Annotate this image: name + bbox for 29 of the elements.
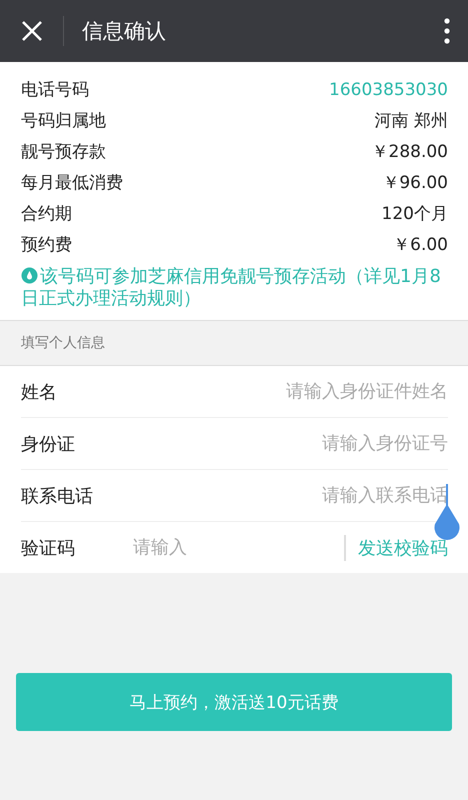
detail-value: ￥6.00 [393, 234, 448, 256]
detail-value: 河南 郑州 [374, 110, 448, 132]
input-field[interactable]: 请输入联系电话 [93, 485, 448, 506]
window-title: 信息确认 [82, 18, 167, 45]
cursor-handle-icon[interactable] [432, 504, 462, 542]
drop-icon [21, 267, 38, 284]
field-label: 联系电话 [21, 484, 93, 508]
field-label: 身份证 [21, 432, 75, 456]
input-field[interactable]: 请输入身份证号 [75, 433, 448, 454]
close-icon[interactable] [21, 20, 43, 42]
detail-value: 120个月 [382, 203, 448, 225]
field-label: 姓名 [21, 380, 57, 404]
send-code-button[interactable]: 发送校验码 [358, 536, 448, 560]
detail-label: 号码归属地 [21, 110, 106, 132]
notice-text: 该号码可参加芝麻信用免靓号预存活动（详见1月8日正式办理活动规则） [21, 266, 442, 310]
more-icon[interactable] [444, 18, 450, 44]
detail-label: 电话号码 [21, 79, 89, 101]
field-label: 验证码 [21, 536, 76, 560]
detail-label: 靓号预存款 [21, 141, 106, 163]
detail-label: 预约费 [21, 234, 72, 256]
detail-value: ￥96.00 [382, 172, 448, 194]
section-title: 填写个人信息 [21, 334, 105, 352]
detail-value: ￥288.00 [372, 141, 448, 163]
detail-value: 16603853030 [329, 80, 448, 100]
input-field[interactable]: 请输入身份证件姓名 [57, 381, 448, 402]
detail-label: 每月最低消费 [21, 172, 123, 194]
submit-button[interactable]: 马上预约，激活送10元话费 [16, 673, 452, 731]
detail-label: 合约期 [21, 203, 72, 225]
input-field[interactable]: 请输入 [133, 537, 344, 558]
